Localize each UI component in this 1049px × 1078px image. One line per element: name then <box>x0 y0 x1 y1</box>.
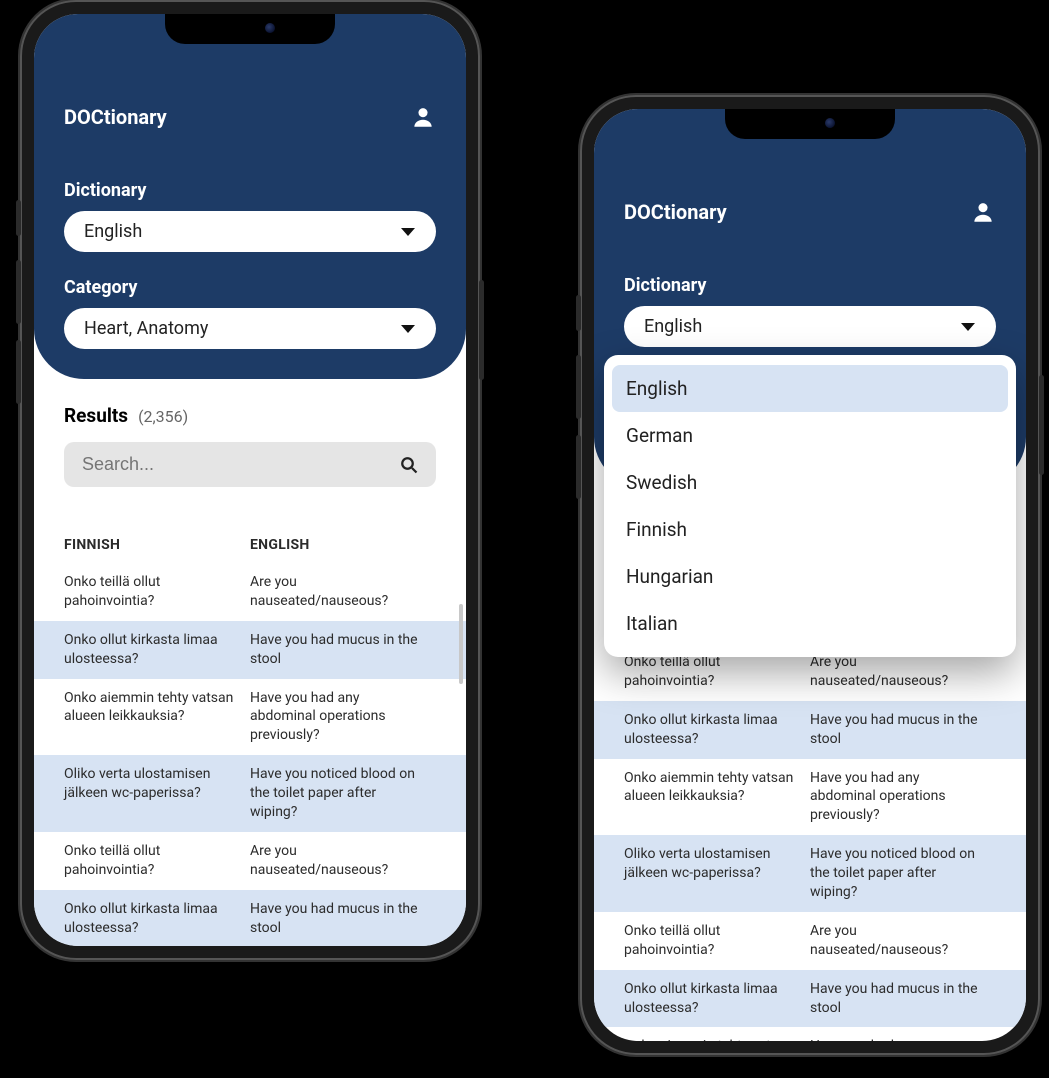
cell-finnish: Onko teillä ollut pahoinvointia? <box>624 922 810 960</box>
dictionary-dropdown: EnglishGermanSwedishFinnishHungarianItal… <box>604 355 1016 657</box>
cell-finnish: Onko ollut kirkasta limaa ulosteessa? <box>64 631 250 669</box>
cell-finnish: Onko ollut kirkasta limaa ulosteessa? <box>64 900 250 938</box>
chevron-down-icon <box>400 323 416 335</box>
dictionary-select-value: English <box>644 316 702 337</box>
app-title: DOCtionary <box>624 200 727 224</box>
cell-finnish: Onko aiemmin tehty vatsan alueen leikkau… <box>624 769 810 826</box>
chevron-down-icon <box>400 226 416 238</box>
table-row[interactable]: Onko aiemmin tehty vatsan alueen leikkau… <box>624 759 996 836</box>
search-box[interactable] <box>64 442 436 487</box>
dictionary-select-value: English <box>84 221 142 242</box>
cell-finnish: Oliko verta ulostamisen jälkeen wc-paper… <box>624 845 810 902</box>
notch <box>725 109 895 139</box>
category-select-value: Heart, Anatomy <box>84 318 208 339</box>
dropdown-option[interactable]: German <box>604 412 1016 459</box>
cell-english: Have you had mucus in the stool <box>250 631 436 669</box>
notch <box>165 14 335 44</box>
cell-finnish: Onko teillä ollut pahoinvointia? <box>64 573 250 611</box>
cell-finnish: Onko aiemmin tehty vatsan alueen leikkau… <box>64 689 250 746</box>
table-row[interactable]: Onko ollut kirkasta limaa ulosteessa?Hav… <box>34 621 466 679</box>
phone-mockup-a: DOCtionary Dictionary English Category H… <box>20 0 480 960</box>
table-row[interactable]: Oliko verta ulostamisen jälkeen wc-paper… <box>34 755 466 832</box>
results-table: FINNISH ENGLISH Onko teillä ollut pahoin… <box>624 607 996 1041</box>
cell-english: Have you noticed blood on the toilet pap… <box>810 845 996 902</box>
cell-english: Are you nauseated/nauseous? <box>250 842 436 880</box>
col-header-left: FINNISH <box>64 537 250 553</box>
profile-icon[interactable] <box>970 199 996 225</box>
dictionary-label: Dictionary <box>64 180 436 201</box>
cell-english: Are you nauseated/nauseous? <box>810 922 996 960</box>
table-row[interactable]: Onko teillä ollut pahoinvointia?Are you … <box>64 832 436 890</box>
dictionary-select[interactable]: English <box>624 306 996 347</box>
cell-finnish: Onko ollut kirkasta limaa ulosteessa? <box>624 711 810 749</box>
table-row[interactable]: Onko teillä ollut pahoinvointia?Are you … <box>624 912 996 970</box>
results-count: (2,356) <box>138 407 188 426</box>
dropdown-option[interactable]: Swedish <box>604 459 1016 506</box>
table-row[interactable]: Onko teillä ollut pahoinvointia?Are you … <box>64 563 436 621</box>
table-row[interactable]: Onko ollut kirkasta limaa ulosteessa?Hav… <box>34 890 466 946</box>
screen-b: DOCtionary Dictionary English EnglishGer… <box>594 109 1026 1041</box>
cell-finnish: Oliko verta ulostamisen jälkeen wc-paper… <box>64 765 250 822</box>
header-panel: DOCtionary Dictionary English EnglishGer… <box>594 109 1026 487</box>
table-row[interactable]: Onko aiemmin tehty vatsan alueen leikkau… <box>624 1027 996 1041</box>
cell-english: Are you nauseated/nauseous? <box>810 653 996 691</box>
cell-finnish: Onko teillä ollut pahoinvointia? <box>64 842 250 880</box>
table-row[interactable]: Onko aiemmin tehty vatsan alueen leikkau… <box>64 679 436 756</box>
dropdown-option[interactable]: Hungarian <box>604 553 1016 600</box>
search-icon[interactable] <box>400 456 418 474</box>
table-row[interactable]: Onko ollut kirkasta limaa ulosteessa?Hav… <box>594 970 1026 1028</box>
phone-mockup-b: DOCtionary Dictionary English EnglishGer… <box>580 95 1040 1055</box>
dropdown-option[interactable]: English <box>612 365 1008 412</box>
table-row[interactable]: Oliko verta ulostamisen jälkeen wc-paper… <box>594 835 1026 912</box>
cell-finnish: Onko aiemmin tehty vatsan alueen leikkau… <box>624 1037 810 1041</box>
scrollbar[interactable] <box>459 604 463 684</box>
dropdown-option[interactable]: Finnish <box>604 506 1016 553</box>
dropdown-option[interactable]: Italian <box>604 600 1016 647</box>
cell-english: Have you had any abdominal operations pr… <box>810 769 996 826</box>
results-label: Results <box>64 404 128 427</box>
search-input[interactable] <box>82 454 400 475</box>
cell-finnish: Onko ollut kirkasta limaa ulosteessa? <box>624 980 810 1018</box>
cell-english: Have you had any abdominal operations pr… <box>250 689 436 746</box>
col-header-right: ENGLISH <box>250 537 436 553</box>
screen-a: DOCtionary Dictionary English Category H… <box>34 14 466 946</box>
app-title: DOCtionary <box>64 105 167 129</box>
results-table: FINNISH ENGLISH Onko teillä ollut pahoin… <box>64 527 436 946</box>
dictionary-select[interactable]: English <box>64 211 436 252</box>
content-a: Results (2,356) FINNISH ENGLISH Onko tei… <box>34 379 466 946</box>
cell-english: Have you noticed blood on the toilet pap… <box>250 765 436 822</box>
cell-english: Have you had any abdominal operations pr… <box>810 1037 996 1041</box>
cell-english: Have you had mucus in the stool <box>250 900 436 938</box>
cell-finnish: Onko teillä ollut pahoinvointia? <box>624 653 810 691</box>
dictionary-label: Dictionary <box>624 275 996 296</box>
cell-english: Are you nauseated/nauseous? <box>250 573 436 611</box>
category-select[interactable]: Heart, Anatomy <box>64 308 436 349</box>
table-row[interactable]: Onko ollut kirkasta limaa ulosteessa?Hav… <box>594 701 1026 759</box>
profile-icon[interactable] <box>410 104 436 130</box>
cell-english: Have you had mucus in the stool <box>810 711 996 749</box>
category-label: Category <box>64 277 436 298</box>
cell-english: Have you had mucus in the stool <box>810 980 996 1018</box>
chevron-down-icon <box>960 321 976 333</box>
header-panel: DOCtionary Dictionary English Category H… <box>34 14 466 379</box>
